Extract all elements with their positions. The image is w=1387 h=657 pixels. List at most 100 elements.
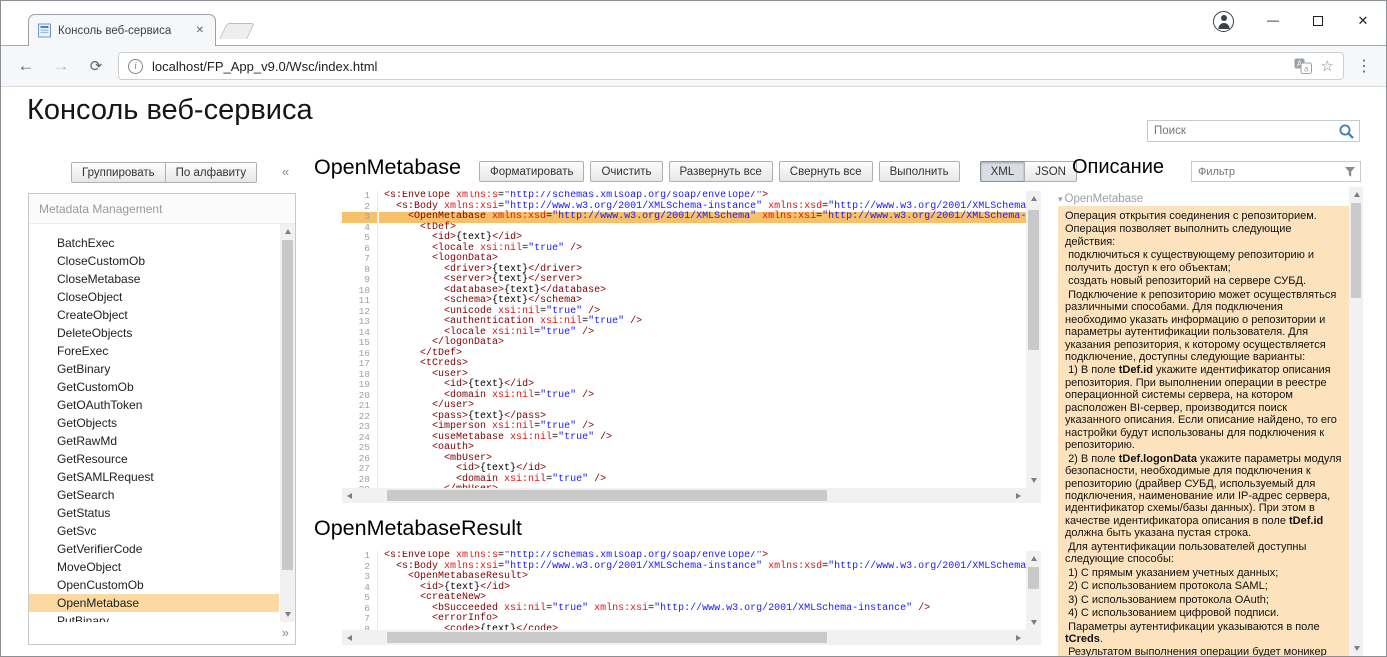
description-scrollbar-thumb[interactable] [1351, 203, 1361, 298]
description-section-header[interactable]: ▾OpenMetabase [1058, 193, 1348, 205]
search-box[interactable] [1147, 120, 1360, 142]
scroll-down-icon[interactable] [1026, 615, 1041, 630]
operations-scrollbar-thumb[interactable] [282, 240, 293, 570]
sidebar-item-ForeExec[interactable]: ForeExec [29, 342, 279, 360]
sidebar-item-GetObjects[interactable]: GetObjects [29, 414, 279, 432]
filter-input[interactable] [1192, 166, 1344, 178]
operations-group-header: Metadata Management [29, 194, 295, 224]
back-button[interactable]: ← [16, 56, 36, 76]
operations-panel: Metadata Management BatchExecCloseCustom… [28, 193, 296, 645]
sidebar-item-CreateObject[interactable]: CreateObject [29, 306, 279, 324]
collapse-all-button[interactable]: Свернуть все [779, 161, 873, 182]
web-service-console-page: Консоль веб-сервиса Группировать По алфа… [1, 87, 1386, 656]
json-toggle-button[interactable]: JSON [1024, 161, 1077, 182]
request-editor[interactable]: 1234567891011121314151617181920212223242… [342, 191, 1041, 503]
scroll-up-icon[interactable] [1349, 187, 1364, 202]
result-code-area[interactable]: <s:Envelope xmlns:s="http://schemas.xmls… [379, 551, 1026, 630]
scroll-up-icon[interactable] [1026, 191, 1041, 206]
result-line-numbers: 12345678 [342, 551, 378, 630]
scroll-down-icon[interactable] [280, 607, 295, 622]
scrollbar-corner [1026, 488, 1041, 503]
alphabetical-button[interactable]: По алфавиту [165, 162, 258, 183]
result-vscrollbar[interactable] [1026, 551, 1041, 630]
scroll-right-icon[interactable] [1011, 488, 1026, 503]
result-vscrollbar-thumb[interactable] [1028, 567, 1039, 589]
search-input[interactable] [1148, 125, 1338, 137]
sidebar-item-DeleteObjects[interactable]: DeleteObjects [29, 324, 279, 342]
sidebar-item-GetSvc[interactable]: GetSvc [29, 522, 279, 540]
request-vscrollbar[interactable] [1026, 191, 1041, 488]
scroll-left-icon[interactable] [342, 488, 357, 503]
request-code-area[interactable]: <s:Envelope xmlns:s="http://schemas.xmls… [379, 191, 1026, 488]
description-paragraph: подключиться к существующему репозиторию… [1065, 249, 1343, 274]
translate-icon[interactable]: A a [1294, 58, 1312, 74]
sidebar-item-CloseObject[interactable]: CloseObject [29, 288, 279, 306]
scroll-right-icon[interactable] [1011, 630, 1026, 645]
code-line: </user> [379, 401, 1026, 412]
sidebar-item-CloseMetabase[interactable]: CloseMetabase [29, 270, 279, 288]
expand-sidebar-button[interactable]: » [282, 625, 289, 640]
request-hscrollbar[interactable] [342, 488, 1026, 503]
code-line: <OpenMetabaseResult> [379, 572, 1026, 583]
expand-all-button[interactable]: Развернуть все [669, 161, 773, 182]
sidebar-item-GetSAMLRequest[interactable]: GetSAMLRequest [29, 468, 279, 486]
search-icon[interactable] [1338, 123, 1355, 140]
forward-button[interactable]: → [51, 56, 71, 76]
sidebar-item-GetOAuthToken[interactable]: GetOAuthToken [29, 396, 279, 414]
request-vscrollbar-thumb[interactable] [1028, 210, 1039, 350]
tab-strip: Консоль веб-сервиса ✕ — ✕ [1, 1, 1386, 46]
browser-tab[interactable]: Консоль веб-сервиса ✕ [28, 14, 216, 46]
section-expand-icon[interactable]: ▾ [1058, 194, 1063, 204]
minimize-button[interactable]: — [1265, 13, 1281, 27]
maximize-button[interactable] [1310, 13, 1326, 31]
sidebar-item-GetStatus[interactable]: GetStatus [29, 504, 279, 522]
collapse-sidebar-button[interactable]: « [282, 164, 289, 179]
sidebar-item-CloseCustomOb[interactable]: CloseCustomOb [29, 252, 279, 270]
execute-button[interactable]: Выполнить [879, 161, 960, 182]
tab-close-icon[interactable]: ✕ [193, 23, 207, 38]
sidebar-item-GetVerifierCode[interactable]: GetVerifierCode [29, 540, 279, 558]
clear-button[interactable]: Очистить [590, 161, 662, 182]
new-tab-button[interactable] [219, 23, 254, 39]
filter-funnel-icon[interactable] [1344, 166, 1356, 178]
line-number: 25 [342, 443, 377, 454]
sidebar-item-GetSearch[interactable]: GetSearch [29, 486, 279, 504]
profile-icon[interactable] [1213, 11, 1234, 32]
sidebar-item-MoveObject[interactable]: MoveObject [29, 558, 279, 576]
sidebar-item-GetCustomOb[interactable]: GetCustomOb [29, 378, 279, 396]
bookmark-star-icon[interactable]: ☆ [1321, 57, 1334, 75]
line-number: 3 [342, 212, 377, 223]
format-button[interactable]: Форматировать [479, 161, 584, 182]
group-button[interactable]: Группировать [71, 162, 166, 183]
line-number: 2 [342, 202, 377, 213]
sidebar-item-BatchExec[interactable]: BatchExec [29, 234, 279, 252]
description-paragraph: 1) С прямым указанием учетных данных; [1065, 567, 1343, 579]
close-button[interactable]: ✕ [1355, 13, 1371, 29]
browser-menu-icon[interactable]: ⋮ [1356, 56, 1372, 76]
scroll-left-icon[interactable] [342, 630, 357, 645]
scroll-up-icon[interactable] [280, 224, 295, 239]
scroll-down-icon[interactable] [1349, 641, 1364, 656]
url-text[interactable]: localhost/FP_App_v9.0/Wsc/index.html [152, 59, 1286, 74]
operations-scrollbar[interactable] [280, 224, 295, 622]
line-number: 27 [342, 464, 377, 475]
result-hscrollbar-thumb[interactable] [387, 632, 827, 643]
sidebar-item-GetBinary[interactable]: GetBinary [29, 360, 279, 378]
scroll-up-icon[interactable] [1026, 551, 1041, 566]
description-paragraph: 3) С использованием протокола OAuth; [1065, 594, 1343, 606]
line-number: 17 [342, 359, 377, 370]
sidebar-item-GetResource[interactable]: GetResource [29, 450, 279, 468]
result-editor[interactable]: 12345678 <s:Envelope xmlns:s="http://sch… [342, 551, 1041, 645]
result-hscrollbar[interactable] [342, 630, 1026, 645]
page-info-icon[interactable]: i [128, 59, 143, 74]
filter-box[interactable] [1191, 161, 1361, 182]
address-bar[interactable]: i localhost/FP_App_v9.0/Wsc/index.html A… [118, 52, 1344, 80]
sidebar-item-OpenCustomOb[interactable]: OpenCustomOb [29, 576, 279, 594]
reload-button[interactable]: ⟳ [86, 57, 106, 75]
xml-toggle-button[interactable]: XML [980, 161, 1026, 182]
request-hscrollbar-thumb[interactable] [387, 490, 827, 501]
description-scrollbar[interactable] [1349, 187, 1363, 656]
scroll-down-icon[interactable] [1026, 473, 1041, 488]
sidebar-item-GetRawMd[interactable]: GetRawMd [29, 432, 279, 450]
sidebar-item-OpenMetabase[interactable]: OpenMetabase [29, 594, 279, 612]
